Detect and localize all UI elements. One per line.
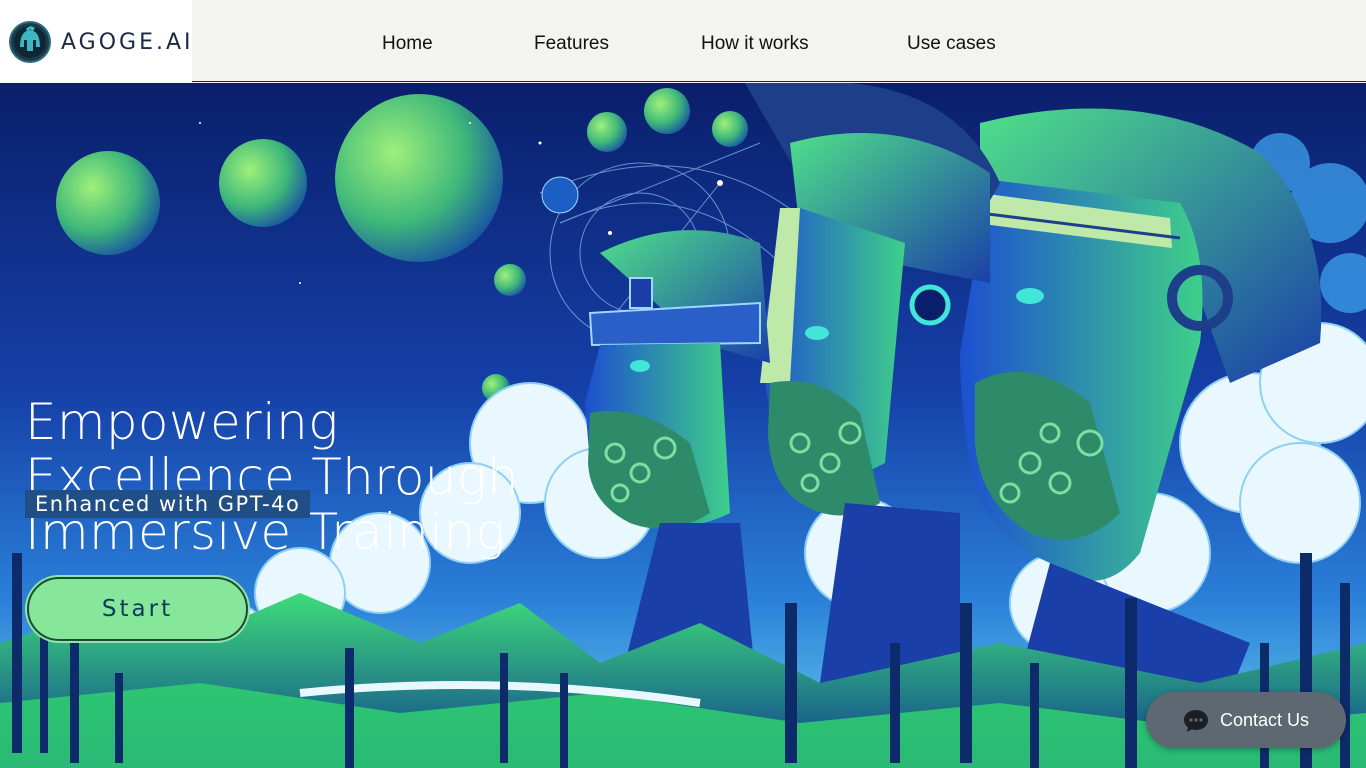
nav-features[interactable]: Features	[534, 33, 609, 55]
contact-us-label: Contact Us	[1220, 710, 1310, 730]
start-button[interactable]: Start	[27, 577, 248, 641]
hero-section: Empowering Excellence Through Immersive …	[0, 83, 1366, 768]
site-header: AGOGE.AI Home Features How it works Use …	[0, 0, 1366, 82]
gpt-badge: Enhanced with GPT-4o	[25, 490, 311, 518]
hero-headline-line: Empowering	[25, 393, 339, 451]
nav-how-it-works[interactable]: How it works	[701, 33, 809, 55]
chat-bubble-icon	[1184, 710, 1208, 732]
hero-headline: Empowering Excellence Through Immersive …	[25, 393, 519, 560]
main-nav: Home Features How it works Use cases	[0, 33, 1366, 57]
nav-home[interactable]: Home	[382, 33, 433, 55]
nav-use-cases[interactable]: Use cases	[907, 33, 996, 55]
contact-us-button[interactable]: Contact Us	[1146, 692, 1346, 748]
